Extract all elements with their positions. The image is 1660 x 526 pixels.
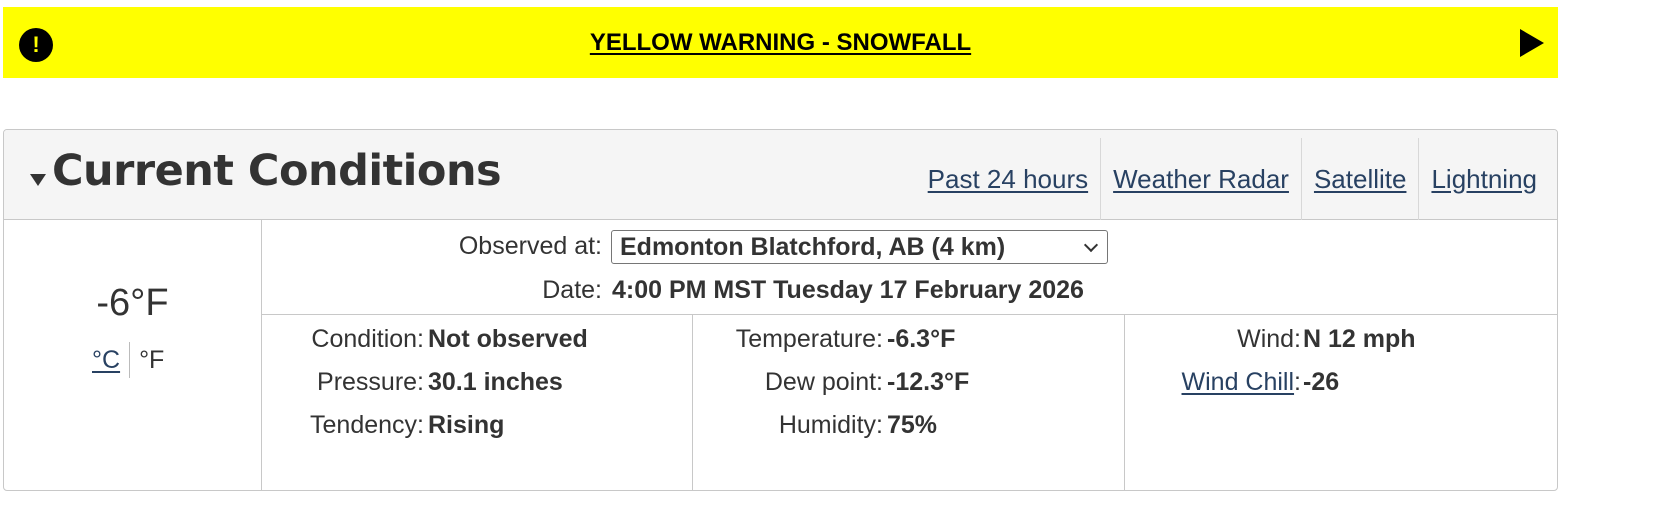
wind-value: N 12 mph bbox=[1303, 325, 1416, 353]
station-select[interactable]: Edmonton Blatchford, AB (4 km) bbox=[611, 230, 1108, 264]
condition-value: Not observed bbox=[428, 325, 588, 353]
humidity-label: Humidity: bbox=[778, 411, 883, 439]
panel-title[interactable]: Current Conditions bbox=[52, 146, 502, 196]
header-links: Past 24 hours Weather Radar Satellite Li… bbox=[916, 138, 1549, 220]
tendency-label: Tendency: bbox=[310, 411, 424, 439]
observed-at-label: Observed at: bbox=[458, 232, 602, 260]
station-select-value: Edmonton Blatchford, AB (4 km) bbox=[620, 233, 1006, 261]
details-column-2: Temperature: -6.3°F Dew point: -12.3°F H… bbox=[693, 315, 1125, 490]
play-icon[interactable] bbox=[1520, 29, 1544, 57]
collapse-caret-icon[interactable] bbox=[30, 174, 46, 186]
past-24-hours-link[interactable]: Past 24 hours bbox=[916, 138, 1100, 220]
panel-header: Current Conditions Past 24 hours Weather… bbox=[4, 130, 1557, 220]
temperature-label: Temperature: bbox=[735, 325, 883, 353]
wind-chill-colon: : bbox=[1294, 368, 1301, 396]
lightning-link[interactable]: Lightning bbox=[1418, 138, 1549, 220]
date-label: Date: bbox=[542, 276, 602, 304]
current-temperature-column: -6°F °C °F bbox=[4, 220, 262, 490]
pressure-label: Pressure: bbox=[317, 368, 424, 396]
detail-row-temperature: Temperature: -6.3°F bbox=[693, 325, 1124, 361]
detail-row-tendency: Tendency: Rising bbox=[262, 411, 692, 447]
current-temperature: -6°F bbox=[96, 282, 169, 324]
detail-row-humidity: Humidity: 75% bbox=[693, 411, 1124, 447]
warning-title-link[interactable]: YELLOW WARNING - SNOWFALL bbox=[590, 29, 971, 57]
detail-row-pressure: Pressure: 30.1 inches bbox=[262, 368, 692, 404]
dew-point-label: Dew point: bbox=[764, 368, 883, 396]
wind-chill-link[interactable]: Wind Chill bbox=[1182, 368, 1295, 396]
weather-warning-banner[interactable]: ! YELLOW WARNING - SNOWFALL bbox=[3, 7, 1558, 78]
details-column-3: Wind: N 12 mph Wind Chill: -26 bbox=[1125, 315, 1557, 490]
detail-row-condition: Condition: Not observed bbox=[262, 325, 692, 361]
exclamation-circle-icon: ! bbox=[19, 28, 53, 62]
condition-label: Condition: bbox=[311, 325, 424, 353]
fahrenheit-label: °F bbox=[139, 346, 165, 374]
unit-toggle: °C °F bbox=[92, 342, 164, 378]
wind-chill-label: Wind Chill: bbox=[1182, 368, 1301, 397]
chevron-down-icon bbox=[1083, 237, 1099, 253]
observation-info: Observed at: Edmonton Blatchford, AB (4 … bbox=[262, 220, 1557, 315]
celsius-link[interactable]: °C bbox=[92, 342, 131, 378]
humidity-value: 75% bbox=[887, 411, 938, 439]
pressure-value: 30.1 inches bbox=[428, 368, 563, 396]
dew-point-value: -12.3°F bbox=[887, 368, 970, 396]
details-column-1: Condition: Not observed Pressure: 30.1 i… bbox=[262, 315, 693, 490]
weather-radar-link[interactable]: Weather Radar bbox=[1100, 138, 1301, 220]
satellite-link[interactable]: Satellite bbox=[1300, 138, 1419, 220]
temperature-value: -6.3°F bbox=[887, 325, 956, 353]
wind-chill-value: -26 bbox=[1303, 368, 1340, 396]
detail-row-wind-chill: Wind Chill: -26 bbox=[1125, 368, 1557, 404]
detail-row-wind: Wind: N 12 mph bbox=[1125, 325, 1557, 361]
observation-date: 4:00 PM MST Tuesday 17 February 2026 bbox=[612, 276, 1084, 304]
detail-row-dew-point: Dew point: -12.3°F bbox=[693, 368, 1124, 404]
tendency-value: Rising bbox=[428, 411, 505, 439]
current-conditions-panel: Current Conditions Past 24 hours Weather… bbox=[3, 129, 1558, 491]
wind-label: Wind: bbox=[1237, 325, 1301, 353]
